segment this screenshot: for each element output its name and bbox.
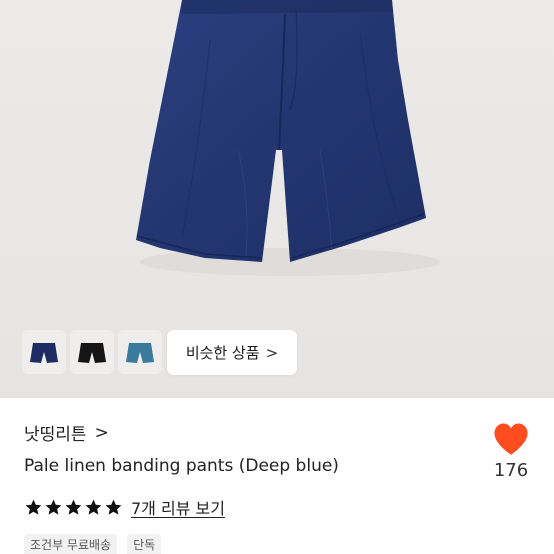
star-icon — [45, 499, 62, 515]
exclusive-tag: 단독 — [127, 534, 162, 554]
shorts-icon — [126, 343, 154, 363]
thumbnail-navy[interactable] — [22, 330, 66, 374]
thumbnail-black[interactable] — [70, 330, 114, 374]
product-image[interactable]: 비슷한 상품 > — [0, 0, 554, 398]
similar-products-button[interactable]: 비슷한 상품 > — [167, 330, 297, 375]
chevron-right-icon: > — [265, 343, 279, 362]
similar-products-label: 비슷한 상품 — [185, 344, 260, 362]
reviews-link[interactable]: 7개 리뷰 보기 — [131, 495, 225, 519]
shop-name: 낫띵리튼 — [24, 425, 87, 445]
like-button[interactable]: 176 — [490, 423, 532, 481]
star-icon — [85, 499, 102, 515]
like-count: 176 — [493, 460, 529, 481]
tag-list: 조건부 무료배송 단독 — [24, 534, 162, 554]
shop-link[interactable]: 낫띵리튼 > — [24, 420, 109, 446]
star-icon — [25, 499, 42, 515]
shorts-icon — [30, 343, 58, 363]
star-icon — [65, 499, 82, 515]
product-title: Pale linen banding pants (Deep blue) — [24, 456, 339, 476]
star-icon — [105, 499, 122, 515]
free-shipping-tag: 조건부 무료배송 — [24, 534, 118, 554]
thumbnail-teal[interactable] — [118, 330, 162, 374]
heart-icon — [494, 423, 528, 455]
rating-row: 7개 리뷰 보기 — [24, 495, 225, 519]
star-rating — [24, 498, 123, 517]
shorts-icon — [78, 343, 106, 363]
chevron-right-icon: > — [94, 422, 109, 443]
